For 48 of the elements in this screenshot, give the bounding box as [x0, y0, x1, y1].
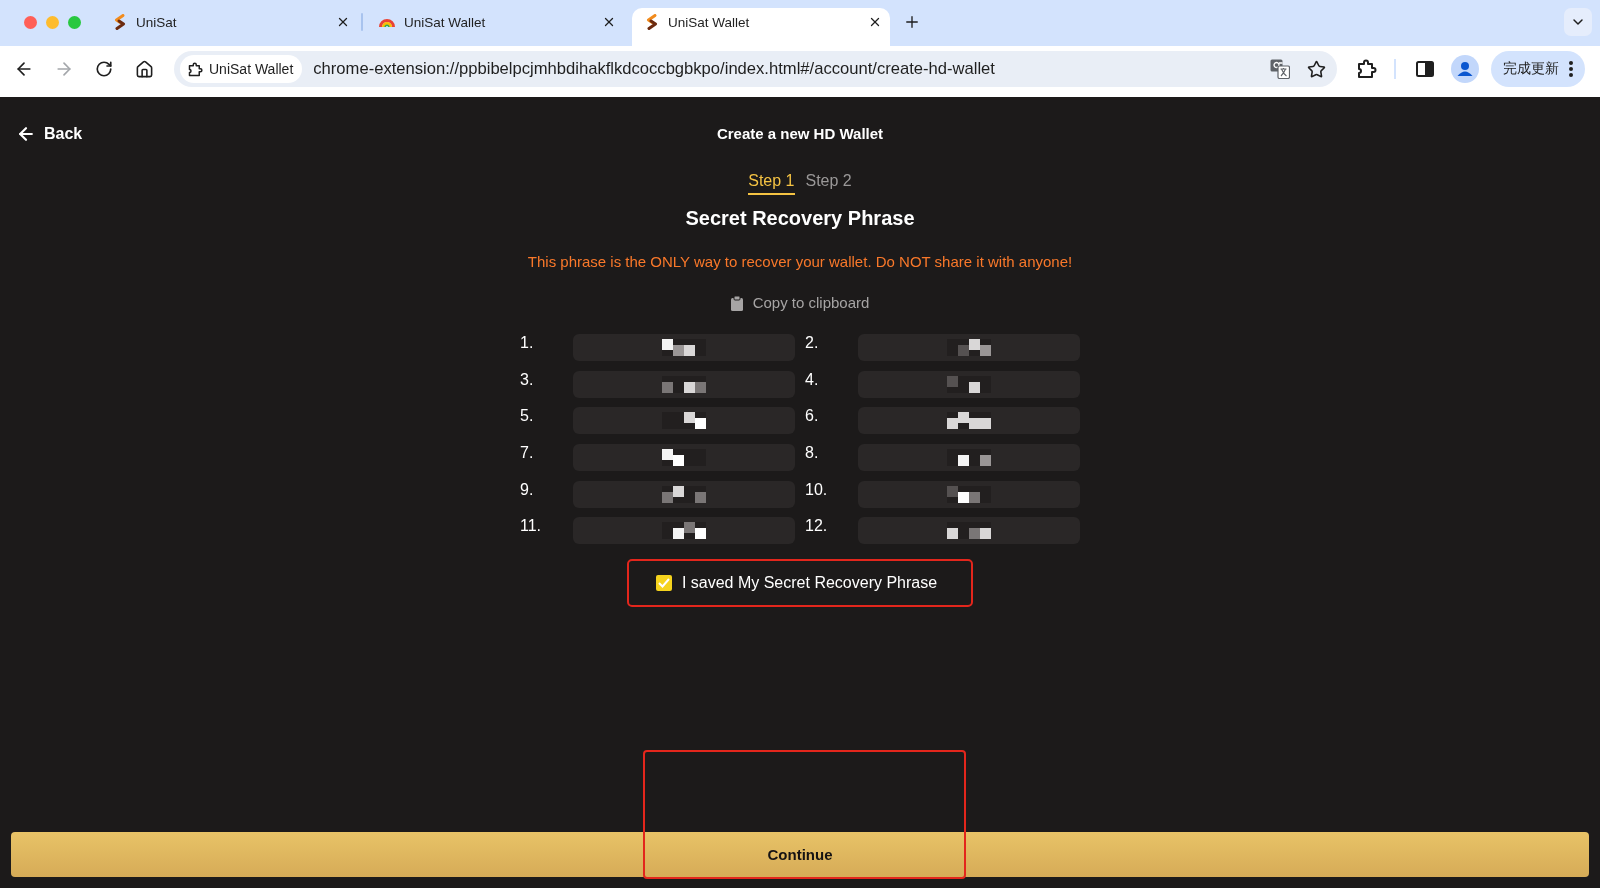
puzzle-piece-icon	[188, 61, 203, 77]
page-title: Create a new HD Wallet	[716, 124, 884, 144]
browser-tab[interactable]: UniSat Wallet	[632, 8, 890, 46]
step-tab[interactable]: Step 1	[748, 170, 795, 195]
s-logo-icon	[113, 14, 127, 30]
word-number: 6.	[805, 406, 820, 427]
word-number: 12.	[805, 516, 829, 537]
word-number: 1.	[520, 333, 535, 353]
browser-tab[interactable]: UniSat Wallet	[366, 8, 624, 46]
site-chip[interactable]: UniSat Wallet	[180, 55, 303, 83]
s-logo-icon	[645, 14, 659, 30]
side-panel-icon	[1416, 61, 1434, 77]
address-bar[interactable]: UniSat Wallet chrome-extension://ppbibelpcjmhbdihakflkdcoccbgbkpo/index.html#/account/create-hd-wallet	[174, 51, 1337, 87]
close-icon	[336, 15, 350, 29]
more-vertical-icon	[1569, 61, 1573, 77]
word-number: 8.	[805, 443, 820, 464]
update-button[interactable]: 完成更新	[1491, 51, 1585, 87]
puzzle-piece-icon	[1357, 59, 1377, 79]
word-number: 4.	[805, 369, 820, 390]
reload-icon	[95, 60, 113, 78]
house-icon	[134, 59, 154, 79]
checkbox[interactable]	[655, 575, 672, 592]
copy-to-clipboard-link[interactable]: Copy to clipboard	[730, 293, 870, 313]
profile-avatar-icon[interactable]	[1451, 55, 1479, 83]
close-icon	[602, 15, 616, 29]
word-number: 3.	[520, 369, 535, 390]
step-tab[interactable]: Step 2	[805, 170, 852, 195]
rainbow-icon	[379, 17, 395, 27]
check-icon	[657, 578, 670, 589]
word-number: 7.	[520, 443, 535, 464]
word-number: 2.	[805, 333, 820, 353]
close-icon	[868, 15, 882, 29]
browser-tab[interactable]: UniSat	[100, 8, 358, 46]
plus-icon	[903, 13, 921, 31]
word-number: 5.	[520, 406, 535, 427]
url-text: chrome-extension://ppbibelpcjmhbdihakflkdcoccbgbkpo/index.html#/account/create-hd-wallet	[313, 59, 996, 79]
translate-icon	[1270, 59, 1290, 79]
star-icon	[1306, 59, 1326, 79]
continue-button[interactable]: Continue	[11, 832, 1589, 877]
clipboard-icon	[730, 295, 743, 311]
word-number: 11.	[520, 516, 543, 537]
warning-text: This phrase is the ONLY way to recover your wallet. Do NOT share it with anyone!	[527, 252, 1073, 272]
tab-list-button[interactable]	[1564, 8, 1592, 36]
word-number: 9.	[520, 479, 535, 500]
back-button[interactable]: Back	[16, 124, 83, 144]
word-number: 10.	[805, 479, 829, 500]
section-heading: Secret Recovery Phrase	[685, 206, 915, 231]
checkbox-label[interactable]: I saved My Secret Recovery Phrase	[681, 573, 938, 594]
